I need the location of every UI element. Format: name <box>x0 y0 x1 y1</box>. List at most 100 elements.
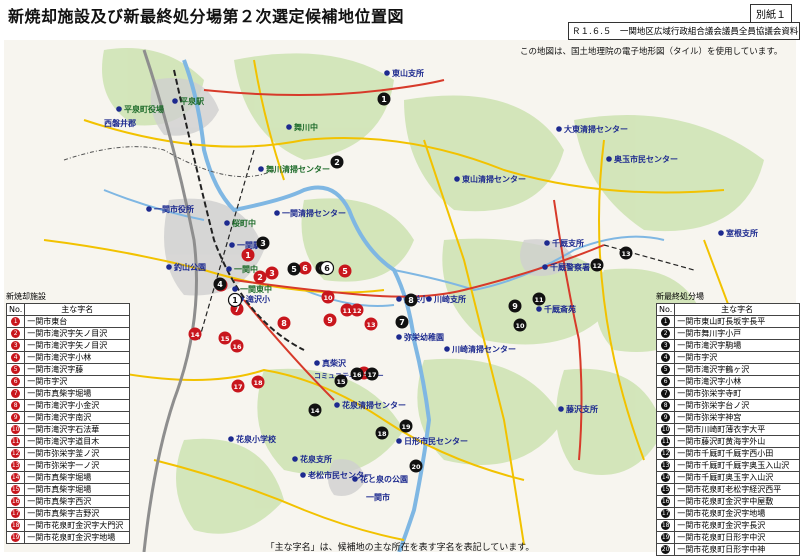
incineration-marker[interactable]: 18 <box>251 375 265 389</box>
col-name: 主な字名 <box>674 303 800 316</box>
place-name-cell: 一関市滝沢字鶴ヶ沢 <box>674 363 800 376</box>
row-number: 13 <box>655 459 676 472</box>
row-number: 3 <box>655 339 676 352</box>
red-number-dot: 14 <box>11 473 21 482</box>
incineration-marker[interactable]: 5 <box>338 264 352 278</box>
landfill-marker[interactable]: 12 <box>590 258 604 272</box>
row-number: 7 <box>5 387 26 400</box>
incineration-marker[interactable]: 15 <box>218 331 232 345</box>
incineration-marker-label: 13 <box>366 321 375 329</box>
facility-dot-icon <box>228 436 234 442</box>
incineration-marker[interactable]: 16 <box>230 339 244 353</box>
place-name-cell: 一関市藤沢町黄海字外山 <box>674 435 800 448</box>
black-number-dot: 11 <box>661 437 671 446</box>
landfill-marker-label: 10 <box>515 322 525 330</box>
row-number: 14 <box>5 471 26 484</box>
table-row: 15 一関市真柴字堀場 <box>5 483 131 496</box>
black-number-dot: 17 <box>661 509 671 518</box>
place-name-cell: 一関市千厩町千厩字西小田 <box>674 447 800 460</box>
incineration-marker[interactable]: 12 <box>350 303 364 317</box>
landfill-marker-label: 2 <box>334 158 340 167</box>
landfill-marker[interactable]: 17 <box>365 367 379 381</box>
table-row: 13 一関市弥栄字一ノ沢 <box>5 459 131 472</box>
landfill-marker[interactable]: 7 <box>395 315 409 329</box>
red-number-dot: 18 <box>11 521 21 530</box>
landfill-marker[interactable]: 4 <box>213 277 227 291</box>
row-number: 13 <box>5 459 26 472</box>
col-name: 主な字名 <box>24 303 131 316</box>
black-number-dot: 12 <box>661 449 671 458</box>
incineration-marker[interactable]: 14 <box>188 327 202 341</box>
outline-marker-label: 6 <box>324 264 330 273</box>
landfill-marker[interactable]: 13 <box>619 246 633 260</box>
facility-dot-icon <box>172 98 178 104</box>
incineration-marker[interactable]: 13 <box>364 317 378 331</box>
incineration-marker[interactable]: 1 <box>241 248 255 262</box>
incineration-table: No. 主な字名 1 一関市東台 2 一関市滝沢字矢ノ目沢 3 一関市滝沢字矢ノ目沢 4 一関… <box>5 303 131 544</box>
table-row: 4 一関市滝沢字小林 <box>5 351 131 364</box>
table-row: 18 一関市花泉町金沢字長沢 <box>655 519 800 532</box>
place-label: 奥玉市民センター <box>613 154 678 164</box>
incineration-marker[interactable]: 17 <box>231 379 245 393</box>
place-name-cell: 一関市滝沢字藤 <box>24 363 131 376</box>
incineration-marker[interactable]: 3 <box>265 266 279 280</box>
facility-dot-icon <box>352 476 358 482</box>
landfill-marker[interactable]: 3 <box>256 236 270 250</box>
place-label: 花泉清掃センター <box>342 400 406 410</box>
incineration-marker[interactable]: 8 <box>277 316 291 330</box>
red-number-dot: 4 <box>11 353 21 362</box>
landfill-marker-label: 9 <box>512 302 518 311</box>
incineration-panel: 新焼却施設 No. 主な字名 1 一関市東台 2 一関市滝沢字矢ノ目沢 3 一関市滝沢字矢… <box>5 291 131 544</box>
landfill-marker[interactable]: 20 <box>409 459 423 473</box>
row-number: 3 <box>5 339 26 352</box>
red-number-dot: 2 <box>11 329 21 338</box>
incineration-marker[interactable]: 2 <box>253 270 267 284</box>
facility-dot-icon <box>274 210 280 216</box>
place-label: 千厩警察署 <box>550 262 590 272</box>
outline-marker-label: 1 <box>232 296 238 305</box>
table-header-row: No. 主な字名 <box>655 303 800 316</box>
landfill-marker[interactable]: 10 <box>513 318 527 332</box>
landfill-marker[interactable]: 19 <box>399 419 413 433</box>
landfill-marker[interactable]: 16 <box>350 367 364 381</box>
landfill-marker[interactable]: 9 <box>508 299 522 313</box>
table-row: 10 一関市滝沢字石法華 <box>5 423 131 436</box>
landfill-marker[interactable]: 11 <box>532 292 546 306</box>
place-label: 花泉支所 <box>300 454 332 464</box>
place-label: 平泉駅 <box>180 96 205 106</box>
row-number: 5 <box>655 363 676 376</box>
red-number-dot: 10 <box>11 425 21 434</box>
landfill-marker[interactable]: 8 <box>404 293 418 307</box>
outline-marker[interactable]: 6 <box>319 260 335 276</box>
landfill-marker[interactable]: 18 <box>375 426 389 440</box>
landfill-marker-label: 13 <box>621 250 630 258</box>
incineration-heading: 新焼却施設 <box>6 292 46 301</box>
red-number-dot: 1 <box>11 317 21 326</box>
incineration-marker[interactable]: 6 <box>298 261 312 275</box>
outline-marker[interactable]: 1 <box>227 292 243 308</box>
row-number: 6 <box>655 375 676 388</box>
incineration-marker[interactable]: 9 <box>323 313 337 327</box>
place-name-cell: 一関市滝沢字駒場 <box>674 339 800 352</box>
place-label: 藤沢支所 <box>565 404 598 414</box>
incineration-marker[interactable]: 10 <box>321 290 335 304</box>
place-name-cell: 一関市弥栄字寺町 <box>674 387 800 400</box>
facility-dot-icon <box>718 230 724 236</box>
place-name-cell: 一関市真柴字西沢 <box>24 495 131 508</box>
table-row: 14 一関市真柴字堀場 <box>5 471 131 484</box>
landfill-marker[interactable]: 1 <box>377 92 391 106</box>
row-number: 11 <box>5 435 26 448</box>
place-name-cell: 一関市滝沢字小林 <box>24 351 131 364</box>
place-label: 千厩支所 <box>552 238 584 248</box>
landfill-marker[interactable]: 14 <box>308 403 322 417</box>
place-name-cell: 一関市花泉町金沢字長沢 <box>674 519 800 532</box>
facility-dot-icon <box>314 360 320 366</box>
landfill-marker[interactable]: 15 <box>334 374 348 388</box>
place-label: 一関東中 <box>240 284 272 294</box>
landfill-marker[interactable]: 5 <box>287 262 301 276</box>
place-name-cell: 一関市弥栄字釜ノ沢 <box>24 447 131 460</box>
place-name-cell: 一関市滝沢字道目木 <box>24 435 131 448</box>
black-number-dot: 16 <box>661 497 671 506</box>
facility-dot-icon <box>292 456 298 462</box>
landfill-marker[interactable]: 2 <box>330 155 344 169</box>
